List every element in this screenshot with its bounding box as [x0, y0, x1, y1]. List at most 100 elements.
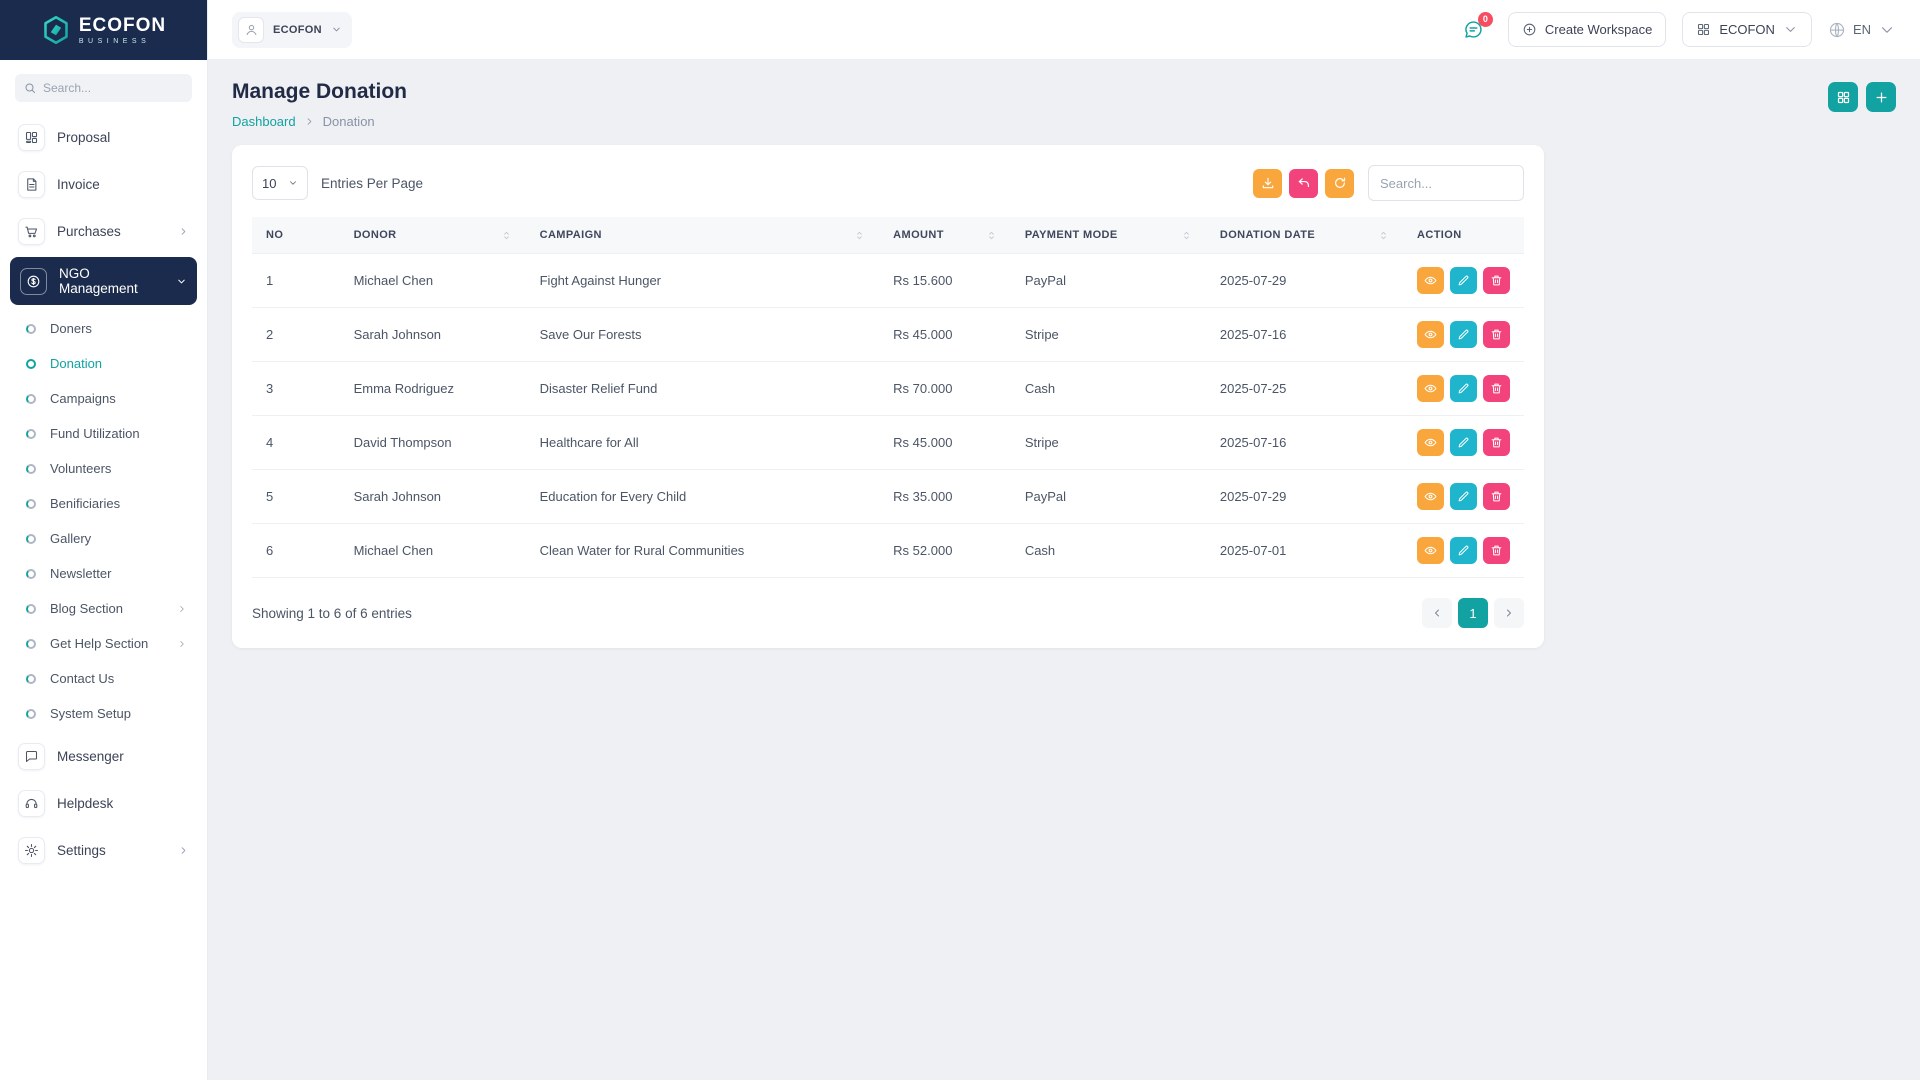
sort-icon: [854, 230, 865, 241]
column-header-amount[interactable]: AMOUNT: [879, 217, 1011, 254]
cell-donation-date: 2025-07-29: [1206, 254, 1403, 308]
next-page-button[interactable]: [1494, 598, 1524, 628]
page-title: Manage Donation: [232, 80, 407, 104]
workspace-dropdown[interactable]: ECOFON: [1682, 12, 1812, 47]
cell-no: 4: [252, 416, 340, 470]
sidebar-search-input[interactable]: [43, 81, 183, 95]
language-selector[interactable]: EN: [1828, 21, 1896, 39]
sort-icon: [986, 230, 997, 241]
grid-view-button[interactable]: [1828, 82, 1858, 112]
edit-button[interactable]: [1450, 375, 1477, 402]
view-button[interactable]: [1417, 429, 1444, 456]
sidebar-subitem-label: Benificiaries: [50, 496, 187, 511]
sidebar-subitem-contact-us[interactable]: Contact Us: [18, 661, 197, 696]
sidebar-subitem-donation[interactable]: Donation: [18, 346, 197, 381]
sidebar-subitem-doners[interactable]: Doners: [18, 311, 197, 346]
page-header: Manage Donation Dashboard Donation: [232, 80, 1896, 129]
sort-icon: [501, 230, 512, 241]
refresh-button[interactable]: [1325, 169, 1354, 198]
cell-donation-date: 2025-07-16: [1206, 308, 1403, 362]
breadcrumb-dashboard-link[interactable]: Dashboard: [232, 114, 296, 129]
chevron-right-icon: [1503, 607, 1515, 619]
sidebar-subitem-newsletter[interactable]: Newsletter: [18, 556, 197, 591]
dot-icon: [26, 499, 36, 509]
column-header-action: ACTION: [1403, 217, 1524, 254]
dot-icon: [26, 359, 36, 369]
dot-icon: [26, 709, 36, 719]
invoice-icon: [18, 171, 45, 198]
sidebar-subitem-blog-section[interactable]: Blog Section: [18, 591, 197, 626]
sidebar-item-settings[interactable]: Settings: [10, 829, 197, 872]
column-header-donor[interactable]: DONOR: [340, 217, 526, 254]
dot-icon: [26, 674, 36, 684]
chat-icon: [18, 743, 45, 770]
sidebar-item-proposal[interactable]: Proposal: [10, 116, 197, 159]
search-icon: [24, 82, 36, 94]
sidebar-subitem-benificiaries[interactable]: Benificiaries: [18, 486, 197, 521]
sidebar-subitem-gallery[interactable]: Gallery: [18, 521, 197, 556]
brand-logo[interactable]: ECOFON BUSINESS: [0, 0, 207, 60]
chevron-right-icon: [177, 639, 187, 649]
cell-amount: Rs 52.000: [879, 524, 1011, 578]
column-header-campaign[interactable]: CAMPAIGN: [526, 217, 880, 254]
cell-amount: Rs 45.000: [879, 308, 1011, 362]
delete-button[interactable]: [1483, 321, 1510, 348]
trash-icon: [1490, 382, 1503, 395]
delete-button[interactable]: [1483, 375, 1510, 402]
workspace-selector[interactable]: ECOFON: [232, 12, 352, 48]
cell-actions: [1403, 308, 1524, 362]
export-button[interactable]: [1253, 169, 1282, 198]
messages-button[interactable]: 0: [1456, 12, 1492, 48]
column-header-payment-mode[interactable]: PAYMENT MODE: [1011, 217, 1206, 254]
delete-button[interactable]: [1483, 537, 1510, 564]
trash-icon: [1490, 544, 1503, 557]
view-button[interactable]: [1417, 267, 1444, 294]
cell-no: 3: [252, 362, 340, 416]
edit-button[interactable]: [1450, 321, 1477, 348]
table-search-input[interactable]: [1368, 165, 1524, 201]
delete-button[interactable]: [1483, 267, 1510, 294]
undo-button[interactable]: [1289, 169, 1318, 198]
dot-icon: [26, 464, 36, 474]
chevron-down-icon: [331, 24, 342, 35]
sidebar-item-messenger[interactable]: Messenger: [10, 735, 197, 778]
sidebar-item-ngo-management[interactable]: NGO Management: [10, 257, 197, 305]
column-header-donation-date[interactable]: DONATION DATE: [1206, 217, 1403, 254]
sidebar-subitem-volunteers[interactable]: Volunteers: [18, 451, 197, 486]
cell-no: 1: [252, 254, 340, 308]
sidebar-item-helpdesk[interactable]: Helpdesk: [10, 782, 197, 825]
edit-button[interactable]: [1450, 483, 1477, 510]
delete-button[interactable]: [1483, 483, 1510, 510]
column-header-no[interactable]: NO: [252, 217, 340, 254]
prev-page-button[interactable]: [1422, 598, 1452, 628]
create-workspace-button[interactable]: Create Workspace: [1508, 12, 1666, 47]
trash-icon: [1490, 490, 1503, 503]
page-1-button[interactable]: 1: [1458, 598, 1488, 628]
edit-button[interactable]: [1450, 429, 1477, 456]
entries-per-page-select[interactable]: 10: [252, 166, 308, 200]
add-donation-button[interactable]: [1866, 82, 1896, 112]
cell-payment-mode: PayPal: [1011, 254, 1206, 308]
sidebar-subitem-campaigns[interactable]: Campaigns: [18, 381, 197, 416]
chevron-left-icon: [1431, 607, 1443, 619]
download-icon: [1261, 176, 1275, 190]
sidebar-subitem-fund-utilization[interactable]: Fund Utilization: [18, 416, 197, 451]
sidebar-item-invoice[interactable]: Invoice: [10, 163, 197, 206]
cell-actions: [1403, 416, 1524, 470]
cell-donor: David Thompson: [340, 416, 526, 470]
view-button[interactable]: [1417, 537, 1444, 564]
delete-button[interactable]: [1483, 429, 1510, 456]
edit-button[interactable]: [1450, 537, 1477, 564]
chevron-right-icon: [178, 845, 189, 856]
cell-donation-date: 2025-07-25: [1206, 362, 1403, 416]
edit-button[interactable]: [1450, 267, 1477, 294]
view-button[interactable]: [1417, 483, 1444, 510]
view-button[interactable]: [1417, 321, 1444, 348]
sidebar-subitem-get-help-section[interactable]: Get Help Section: [18, 626, 197, 661]
sidebar-item-label: Purchases: [57, 224, 166, 239]
sidebar-item-purchases[interactable]: Purchases: [10, 210, 197, 253]
table-row: 2 Sarah Johnson Save Our Forests Rs 45.0…: [252, 308, 1524, 362]
view-button[interactable]: [1417, 375, 1444, 402]
sidebar-item-label: Settings: [57, 843, 166, 858]
sidebar-subitem-system-setup[interactable]: System Setup: [18, 696, 197, 731]
